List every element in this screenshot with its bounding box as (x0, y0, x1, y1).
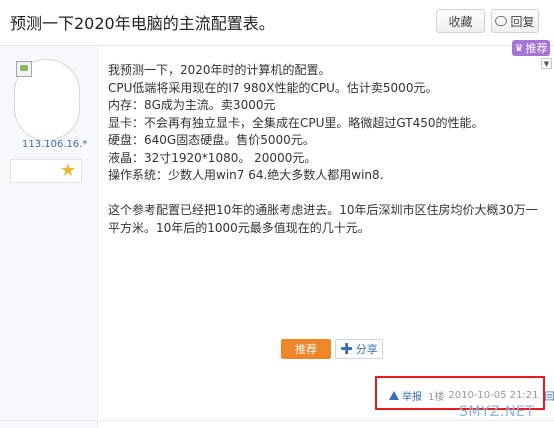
trophy-icon: ♛ (514, 42, 524, 54)
share-button-label: 分享 (355, 343, 378, 356)
warning-icon (389, 391, 399, 400)
user-ip[interactable]: 113.106.16.* (22, 139, 87, 150)
floor-number: 1楼 (428, 392, 445, 403)
user-badge-box: ★ (10, 159, 82, 183)
post-line: 显卡：不会再有独立显卡，全集成在CPU里。略微超过GT450的性能。 (108, 115, 484, 130)
reply-button-label: 回复 (510, 14, 535, 29)
recommend-badge[interactable]: ♛ 推荐 (512, 40, 550, 56)
post-closing: 这个参考配置已经把10年的通胀考虑进去。10年后深圳市区住房均价大概30万一平方… (108, 203, 538, 235)
report-label: 举报 (402, 392, 422, 403)
topbar: 预测一下2020年电脑的主流配置表。 收藏 回复 (0, 0, 554, 46)
watermark: SMYZ.NET (459, 404, 535, 420)
divider (0, 420, 554, 421)
reply-link[interactable]: 回复 (545, 388, 554, 403)
comment-icon (495, 16, 508, 26)
broken-image-icon (16, 61, 32, 77)
recommend-button[interactable]: 推荐 (281, 339, 331, 359)
post-line: 液晶：32寸1920*1080。 20000元。 (108, 150, 317, 165)
report-link[interactable]: 举报 (389, 388, 422, 403)
star-icon[interactable]: ★ (60, 160, 76, 182)
post-time: 2010-10-05 21:21 (448, 390, 539, 401)
user-sidebar: 113.106.16.* ★ (0, 47, 98, 428)
plus-icon: ✚ (340, 339, 353, 358)
post-line: 硬盘：640G固态硬盘。售价5000元。 (108, 133, 315, 147)
post-line: CPU低端将采用现在的I7 980X性能的CPU。估计卖5000元。 (108, 80, 438, 95)
recommend-badge-label: 推荐 (525, 42, 548, 55)
share-button[interactable]: ✚ 分享 (335, 339, 383, 359)
post-meta: 举报 1楼 2010-10-05 21:21 回复 (389, 388, 554, 403)
post-line: 操作系统：少数人用win7 64.绝大多数人都用win8. (108, 168, 384, 182)
collect-button[interactable]: 收藏 (436, 9, 485, 33)
page-title: 预测一下2020年电脑的主流配置表。 (10, 14, 275, 33)
post-line: 内存：8G成为主流。卖3000元 (108, 98, 276, 112)
post-line: 我预测一下，2020年时的计算机的配置。 (108, 63, 331, 77)
reply-button[interactable]: 回复 (491, 9, 539, 33)
post-content: 我预测一下，2020年时的计算机的配置。 CPU低端将采用现在的I7 980X性… (108, 62, 544, 237)
